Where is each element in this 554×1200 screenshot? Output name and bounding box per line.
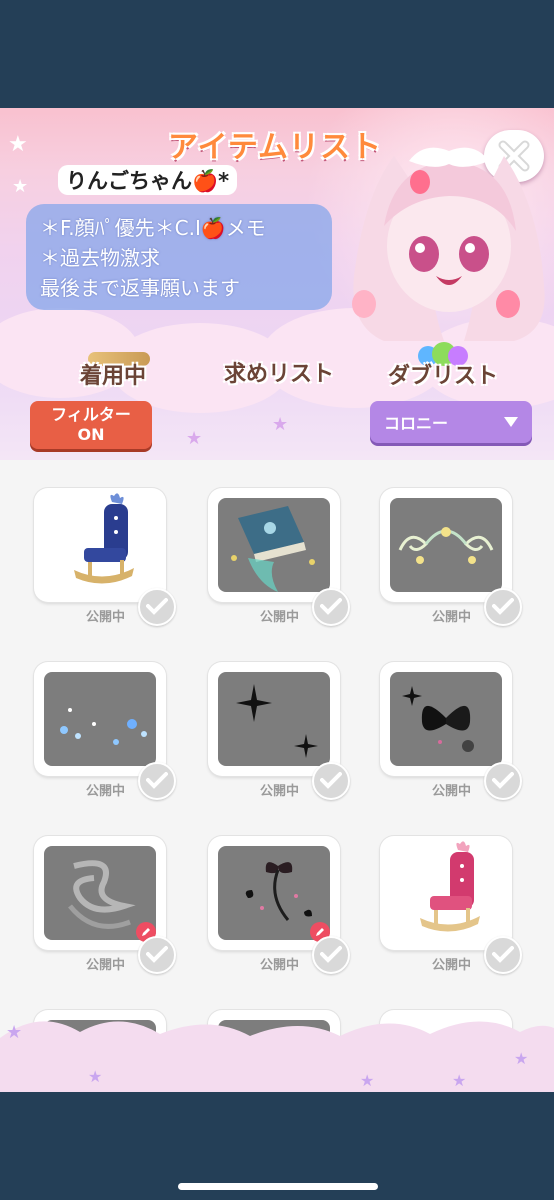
tab-wish-list[interactable]: 求めリスト [224, 356, 334, 388]
check-icon[interactable] [484, 762, 522, 800]
bio-line: ＊F.顔ﾊﾟ優先＊C.I🍎メモ [40, 216, 266, 240]
blue-sparkle-effect-icon [60, 708, 147, 745]
visibility-status: 公開中 [432, 958, 472, 973]
black-butterfly-icon [402, 686, 474, 752]
item-card[interactable]: 公開中 [34, 662, 176, 800]
item-thumbnail [34, 662, 166, 776]
star-decoration: ★ [8, 132, 28, 157]
item-thumbnail [34, 488, 166, 602]
item-thumbnail [380, 662, 512, 776]
star-decoration: ★ [272, 414, 289, 435]
item-card-partial[interactable] [380, 1010, 512, 1092]
bio-line: 最後まで返事願います [40, 276, 240, 300]
bio-line: ＊過去物激求 [40, 246, 160, 270]
item-thumbnail [34, 836, 166, 950]
item-card[interactable]: 公開中 [34, 488, 176, 626]
item-thumbnail [208, 488, 340, 602]
pink-throne-chair-icon [420, 841, 480, 932]
item-card[interactable]: 公開中 [380, 662, 522, 800]
swirl-ornament-icon [398, 527, 494, 564]
navy-throne-chair-icon [74, 493, 134, 584]
visibility-status: 公開中 [260, 610, 300, 625]
colony-select-value: コロニー [384, 414, 449, 433]
blue-spellbook-icon [231, 506, 315, 592]
visibility-status: 公開中 [86, 958, 126, 973]
bio-bubble: ＊F.顔ﾊﾟ優先＊C.I🍎メモ ＊過去物激求 最後まで返事願います [26, 204, 332, 310]
item-card-partial[interactable] [208, 1010, 340, 1092]
filter-state: ON [77, 425, 105, 444]
check-icon[interactable] [312, 762, 350, 800]
item-thumbnail [208, 662, 340, 776]
tab-duplicate-list[interactable]: ダブリスト [388, 358, 498, 390]
tab-wearing[interactable]: 着用中 [80, 358, 146, 390]
filter-button[interactable]: フィルター ON [30, 401, 152, 449]
check-icon[interactable] [138, 762, 176, 800]
username: りんごちゃん🍎* [58, 165, 238, 195]
status-bar-bottom [0, 1092, 554, 1200]
profile-header: ★ ★ ★ ★ ★ アイテムリスト りんごちゃん🍎* ＊F.顔ﾊﾟ優先＊C.I🍎… [0, 108, 554, 460]
item-card[interactable]: 公開中 [380, 836, 522, 974]
check-icon[interactable] [312, 936, 350, 974]
filter-label: フィルター [51, 405, 131, 424]
item-card[interactable]: 公開中 [208, 662, 350, 800]
colony-select[interactable]: コロニー [370, 401, 532, 443]
check-icon[interactable] [484, 588, 522, 626]
check-icon[interactable] [312, 588, 350, 626]
star-decoration: ★ [12, 176, 29, 197]
star-decoration: ★ [186, 428, 203, 449]
item-card[interactable]: 公開中 [208, 488, 350, 626]
check-icon[interactable] [484, 936, 522, 974]
item-thumbnail [34, 1010, 166, 1092]
item-thumbnail [380, 488, 512, 602]
item-grid: 公開中 公開中 公開中 公開中 公開中 公開中 公開中 公開中 公開中 [0, 460, 554, 1092]
chevron-down-icon [504, 417, 518, 427]
check-icon[interactable] [138, 588, 176, 626]
item-thumbnail [208, 836, 340, 950]
item-card-partial[interactable] [34, 1010, 166, 1092]
item-thumbnail [380, 1010, 512, 1092]
item-card[interactable]: 公開中 [380, 488, 522, 626]
visibility-status: 公開中 [260, 784, 300, 799]
item-card[interactable]: 公開中 [208, 836, 350, 974]
visibility-status: 公開中 [86, 610, 126, 625]
visibility-status: 公開中 [432, 610, 472, 625]
visibility-status: 公開中 [432, 784, 472, 799]
twinkle-stars-icon [236, 684, 318, 758]
item-list-panel: ★ ★ ★ ★ ★ アイテムリスト りんごちゃん🍎* ＊F.顔ﾊﾟ優先＊C.I🍎… [0, 108, 554, 1092]
status-bar-top [0, 0, 554, 108]
visibility-status: 公開中 [86, 784, 126, 799]
home-indicator[interactable] [178, 1183, 378, 1190]
check-icon[interactable] [138, 936, 176, 974]
item-card[interactable]: 公開中 [34, 836, 176, 974]
item-thumbnail [380, 836, 512, 950]
visibility-status: 公開中 [260, 958, 300, 973]
item-thumbnail [208, 1010, 340, 1092]
avatar-illustration [352, 147, 545, 341]
